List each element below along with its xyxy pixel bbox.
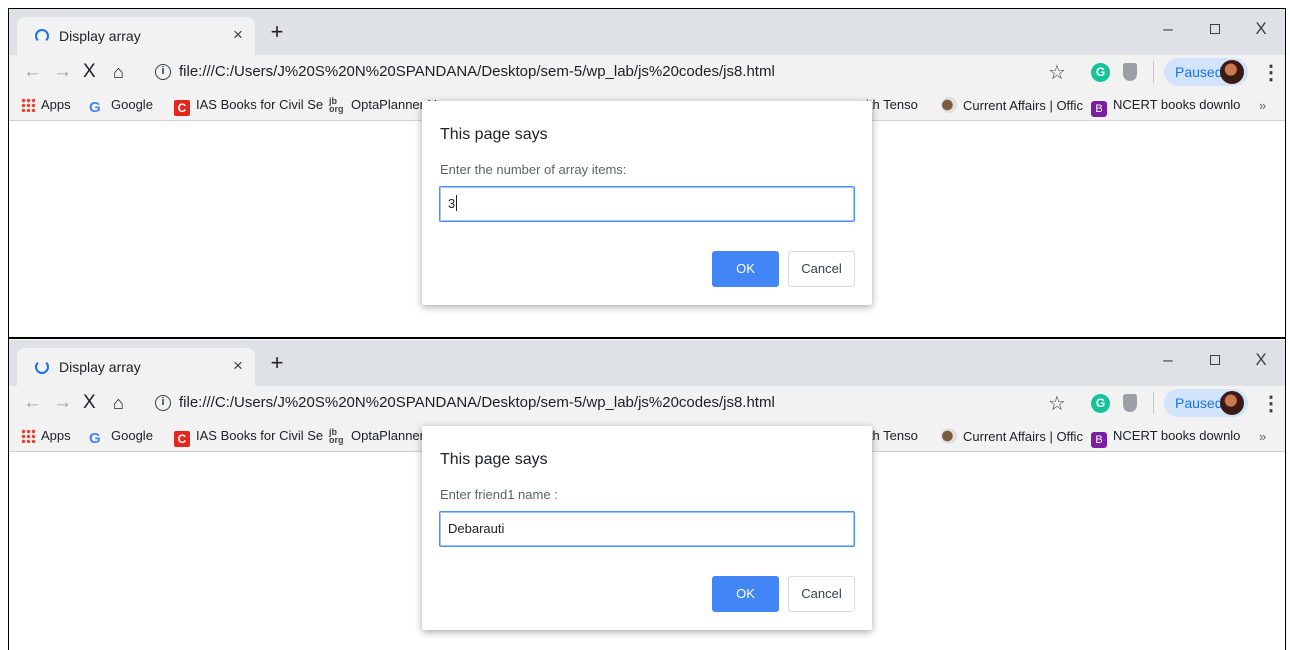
apps-icon xyxy=(21,429,35,443)
new-tab-button[interactable]: + xyxy=(265,21,289,45)
stop-button[interactable]: X xyxy=(83,62,96,82)
ncert-icon: B xyxy=(1091,432,1107,448)
bookmark-ias-books[interactable]: C IAS Books for Civil Se xyxy=(174,428,323,447)
bookmark-current-affairs[interactable]: Current Affairs | Offic xyxy=(941,97,1083,113)
prompt-input[interactable]: 3 xyxy=(439,186,855,222)
browser-window-1: Display array × + – X ← → X ⌂ i file:///… xyxy=(9,9,1285,339)
bookmarks-overflow-icon[interactable]: » xyxy=(1259,98,1266,113)
stop-button[interactable]: X xyxy=(83,393,96,413)
toolbar-divider xyxy=(1153,392,1154,414)
bookmark-tensorflow[interactable]: ith Tenso xyxy=(866,428,918,443)
ok-button[interactable]: OK xyxy=(712,251,779,287)
profile-status: Paused xyxy=(1175,64,1223,80)
profile-status: Paused xyxy=(1175,395,1223,411)
screenshot-frame: Display array × + – X ← → X ⌂ i file:///… xyxy=(8,8,1286,650)
toolbar-divider xyxy=(1153,61,1154,83)
info-icon[interactable]: i xyxy=(155,395,171,411)
current-affairs-icon xyxy=(941,428,957,444)
dialog-message: Enter the number of array items: xyxy=(440,162,627,177)
c-icon: C xyxy=(174,431,190,447)
restore-button[interactable] xyxy=(1200,352,1230,368)
cancel-button[interactable]: Cancel xyxy=(788,576,855,612)
prompt-dialog: This page says Enter friend1 name : Deba… xyxy=(422,426,872,630)
dialog-message: Enter friend1 name : xyxy=(440,487,558,502)
restore-icon xyxy=(1210,24,1220,34)
toolbar: ← → X ⌂ i file:///C:/Users/J%20S%20N%20S… xyxy=(9,55,1285,91)
bookmark-optaplanner[interactable]: jb org OptaPlanner U xyxy=(329,427,437,445)
tab-title: Display array xyxy=(59,359,141,375)
prompt-value: 3 xyxy=(448,196,456,211)
current-affairs-icon xyxy=(941,97,957,113)
menu-icon[interactable]: ⋮ xyxy=(1261,391,1281,416)
loading-spinner-icon xyxy=(35,29,49,43)
tab-display-array[interactable]: Display array × xyxy=(17,17,255,55)
avatar xyxy=(1220,60,1244,84)
avatar xyxy=(1220,391,1244,415)
cancel-button[interactable]: Cancel xyxy=(788,251,855,287)
restore-icon xyxy=(1210,355,1220,365)
back-button[interactable]: ← xyxy=(23,62,42,82)
profile-button[interactable]: Paused xyxy=(1164,389,1248,417)
home-button[interactable]: ⌂ xyxy=(113,62,124,82)
bookmark-optaplanner[interactable]: jb org OptaPlanner U xyxy=(329,96,437,114)
google-icon: G xyxy=(89,430,101,447)
text-caret xyxy=(456,195,458,211)
tab-close-icon[interactable]: × xyxy=(233,356,243,376)
bookmark-star-icon[interactable]: ☆ xyxy=(1048,391,1066,416)
tab-display-array[interactable]: Display array × xyxy=(17,348,255,386)
profile-button[interactable]: Paused xyxy=(1164,58,1248,86)
tab-strip: Display array × + – X xyxy=(9,340,1285,386)
prompt-input[interactable]: Debarauti xyxy=(439,511,855,547)
address-bar[interactable]: file:///C:/Users/J%20S%20N%20SPANDANA/De… xyxy=(179,394,775,411)
grammarly-extension-icon[interactable]: G xyxy=(1091,394,1110,413)
loading-spinner-icon xyxy=(35,360,49,374)
bookmark-apps[interactable]: Apps xyxy=(21,428,71,443)
bookmark-tensorflow[interactable]: ith Tenso xyxy=(866,97,918,112)
prompt-value: Debarauti xyxy=(448,521,505,536)
forward-button[interactable]: → xyxy=(53,393,72,413)
bookmark-apps[interactable]: Apps xyxy=(21,97,71,112)
dialog-title: This page says xyxy=(440,126,548,143)
info-icon[interactable]: i xyxy=(155,64,171,80)
address-bar[interactable]: file:///C:/Users/J%20S%20N%20SPANDANA/De… xyxy=(179,63,775,80)
bookmark-ias-books[interactable]: C IAS Books for Civil Se xyxy=(174,97,323,116)
tab-strip: Display array × + – X xyxy=(9,9,1285,55)
minimize-button[interactable]: – xyxy=(1153,350,1183,370)
c-icon: C xyxy=(174,100,190,116)
menu-icon[interactable]: ⋮ xyxy=(1261,60,1281,85)
window-close-button[interactable]: X xyxy=(1246,19,1276,39)
restore-button[interactable] xyxy=(1200,21,1230,37)
window-close-button[interactable]: X xyxy=(1246,350,1276,370)
apps-icon xyxy=(21,98,35,112)
back-button[interactable]: ← xyxy=(23,393,42,413)
bookmark-star-icon[interactable]: ☆ xyxy=(1048,60,1066,85)
toolbar: ← → X ⌂ i file:///C:/Users/J%20S%20N%20S… xyxy=(9,386,1285,422)
shield-extension-icon[interactable] xyxy=(1123,394,1137,412)
prompt-dialog: This page says Enter the number of array… xyxy=(422,101,872,305)
bookmark-ncert[interactable]: B NCERT books downlo xyxy=(1091,97,1240,117)
jboss-org-icon: jb org xyxy=(329,427,344,445)
ok-button[interactable]: OK xyxy=(712,576,779,612)
home-button[interactable]: ⌂ xyxy=(113,393,124,413)
tab-close-icon[interactable]: × xyxy=(233,25,243,45)
bookmark-current-affairs[interactable]: Current Affairs | Offic xyxy=(941,428,1083,444)
minimize-button[interactable]: – xyxy=(1153,19,1183,39)
bookmark-google[interactable]: G Google xyxy=(89,428,153,447)
ncert-icon: B xyxy=(1091,101,1107,117)
bookmarks-overflow-icon[interactable]: » xyxy=(1259,429,1266,444)
bookmark-ncert[interactable]: B NCERT books downlo xyxy=(1091,428,1240,448)
grammarly-extension-icon[interactable]: G xyxy=(1091,63,1110,82)
new-tab-button[interactable]: + xyxy=(265,352,289,376)
shield-extension-icon[interactable] xyxy=(1123,63,1137,81)
google-icon: G xyxy=(89,99,101,116)
tab-title: Display array xyxy=(59,28,141,44)
dialog-title: This page says xyxy=(440,451,548,468)
jboss-org-icon: jb org xyxy=(329,96,344,114)
forward-button[interactable]: → xyxy=(53,62,72,82)
bookmark-google[interactable]: G Google xyxy=(89,97,153,116)
browser-window-2: Display array × + – X ← → X ⌂ i file:///… xyxy=(9,340,1285,650)
